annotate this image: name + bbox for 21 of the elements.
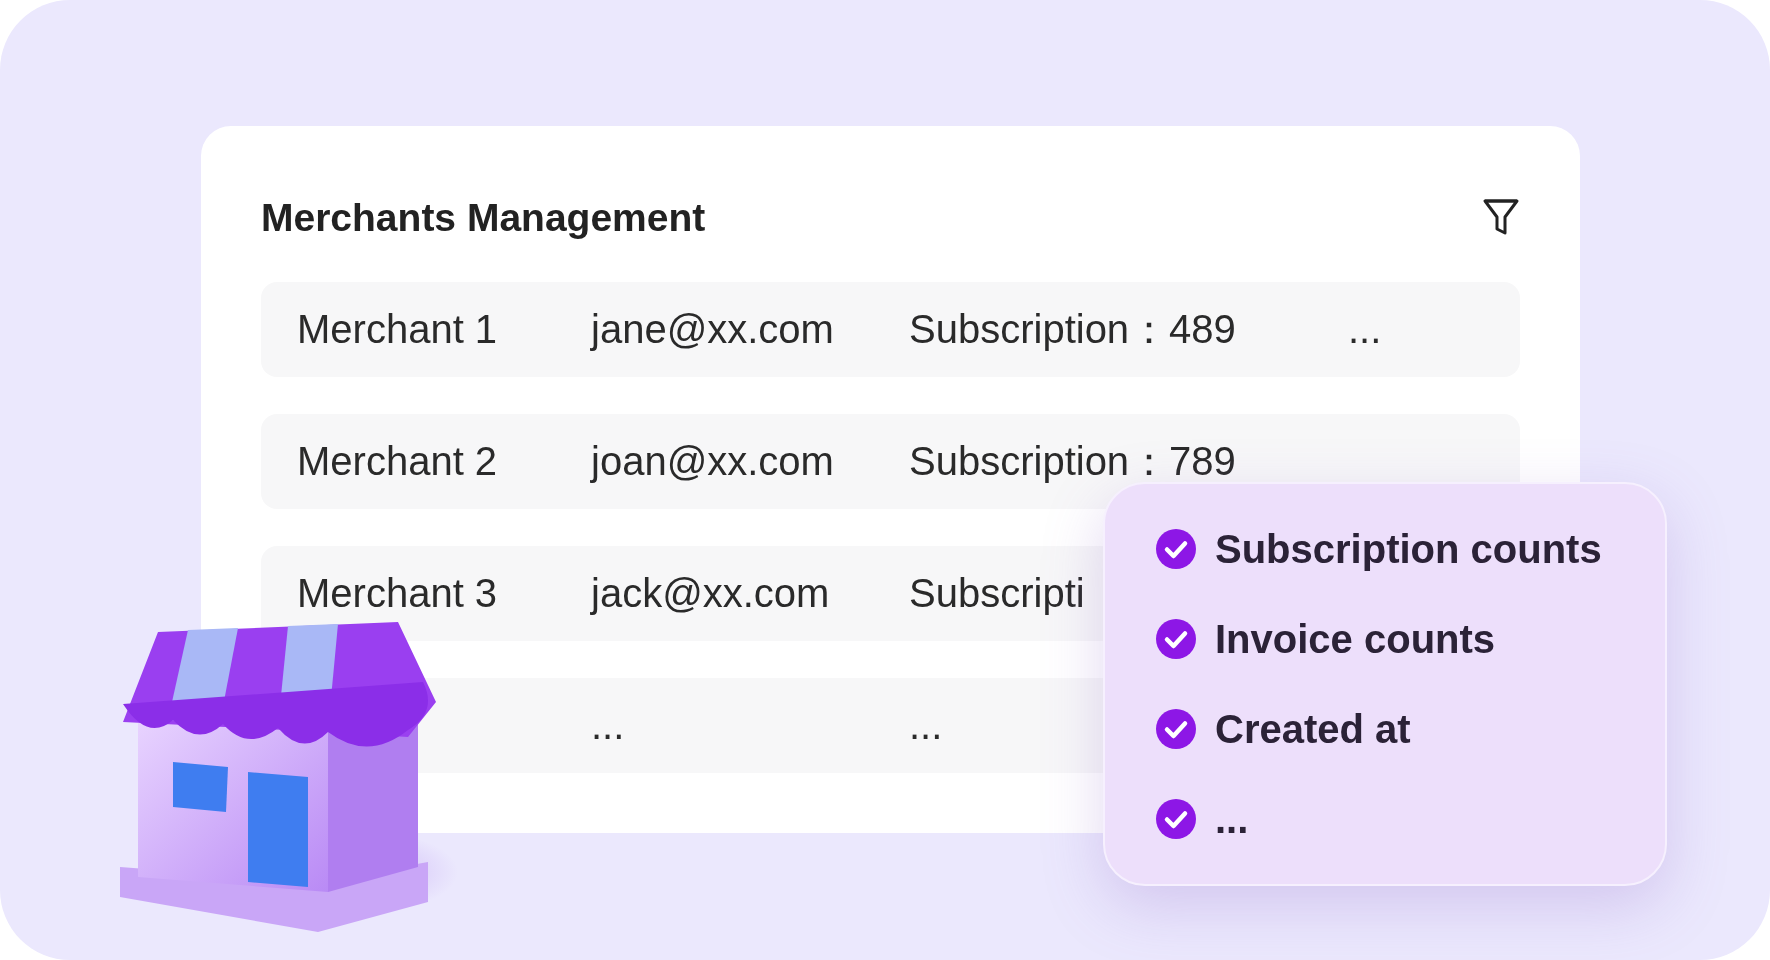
merchant-name: Merchant 1 [297,307,498,352]
merchant-name: Merchant 2 [297,439,498,484]
subscription-count: ... [909,703,943,748]
checkbox[interactable] [1155,798,1197,840]
subscription-count: Subscription：489 [909,306,1236,353]
checkbox[interactable] [1155,708,1197,750]
merchant-email: jane@xx.com [591,307,834,352]
column-option: ... [1215,796,1249,842]
merchant-email: jack@xx.com [591,571,830,616]
card-title: Merchants Management [261,196,706,240]
checkbox[interactable] [1155,528,1197,570]
merchant-row[interactable]: Merchant 2 joan@xx.com Subscription：789 [261,414,1520,509]
subscription-count: Subscription：789 [909,438,1236,485]
more-text: ... [1348,307,1382,352]
merchant-email: ... [591,703,625,748]
merchant-email: joan@xx.com [591,439,834,484]
subscription-count: Subscripti [909,571,1085,616]
merchant-name: Merchant 3 [297,571,498,616]
checkbox[interactable] [1155,618,1197,660]
column-option: Created at [1215,706,1411,752]
merchant-row[interactable]: Merchant 1 jane@xx.com Subscription：489 ... [261,282,1520,377]
